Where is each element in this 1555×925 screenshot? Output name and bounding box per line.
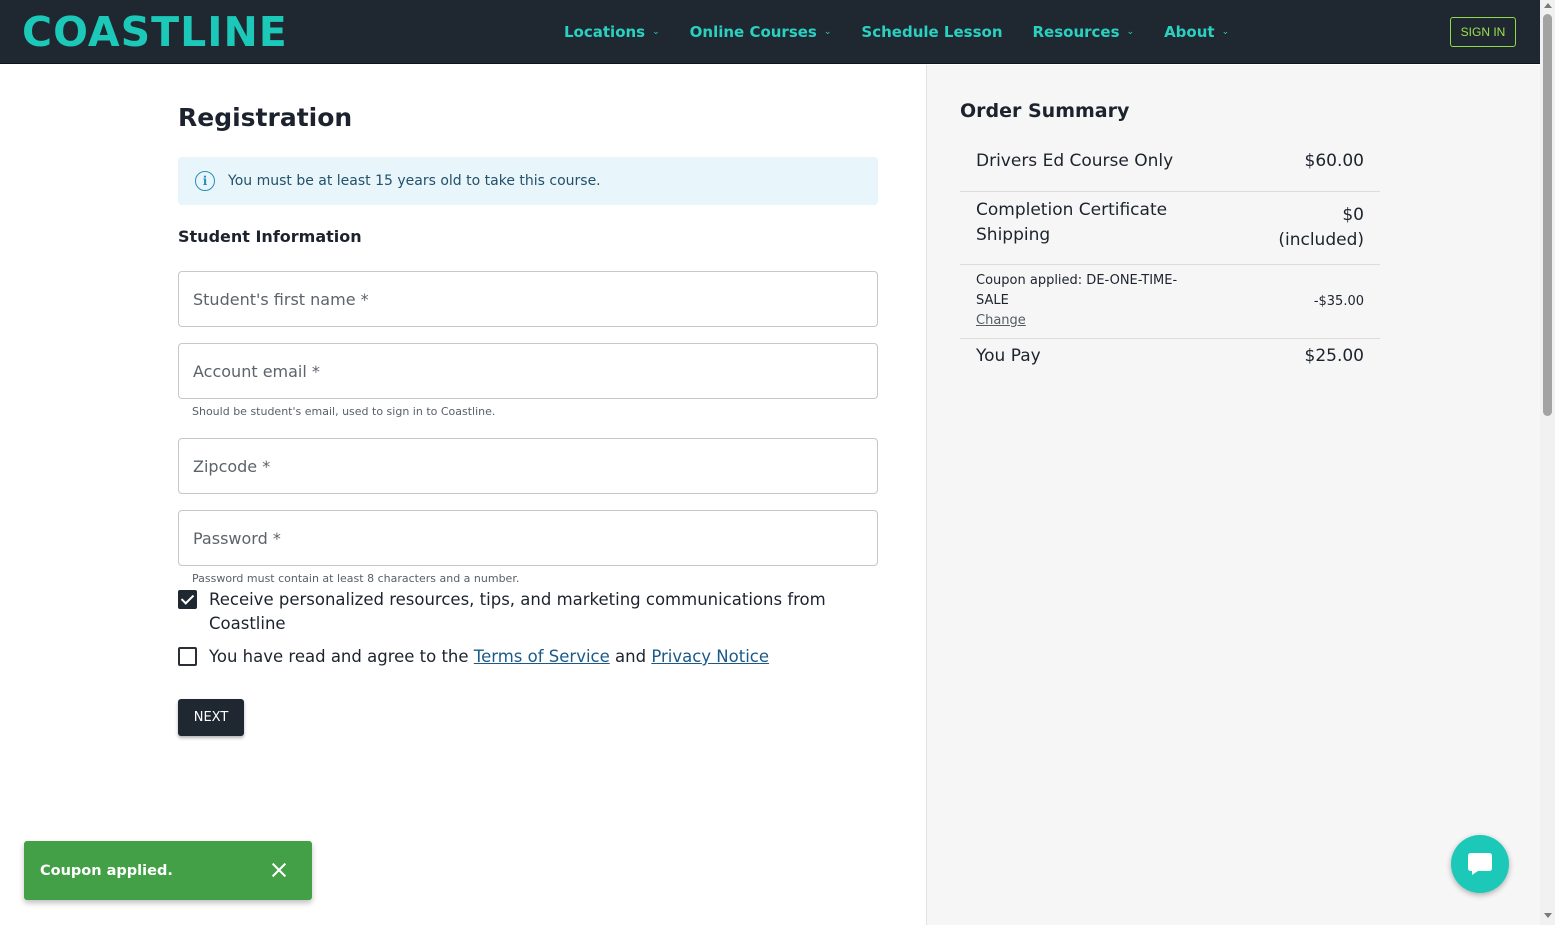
sign-in-button[interactable]: SIGN IN — [1450, 17, 1516, 47]
terms-conjunction: and — [615, 647, 647, 666]
first-name-field — [178, 271, 878, 327]
shipping-label-line2: Shipping — [976, 225, 1051, 245]
chevron-down-icon: ⌄ — [1126, 27, 1135, 37]
nav-online-courses[interactable]: Online Courses ⌄ — [690, 23, 832, 41]
scroll-down-arrow-icon[interactable] — [1544, 913, 1552, 918]
first-name-input[interactable] — [179, 272, 877, 326]
zipcode-field — [178, 438, 878, 494]
nav-locations[interactable]: Locations ⌄ — [564, 23, 660, 41]
password-field — [178, 510, 878, 566]
total-label: You Pay — [976, 346, 1041, 366]
coupon-label: Coupon applied: DE-ONE-TIME- SALE Change — [976, 271, 1177, 331]
coupon-amount: -$35.00 — [1313, 294, 1364, 309]
chat-bubble-icon — [1468, 853, 1492, 875]
registration-panel: Registration i You must be at least 15 y… — [0, 65, 926, 925]
chevron-down-icon: ⌄ — [823, 27, 832, 37]
next-button[interactable]: NEXT — [178, 699, 244, 736]
student-information-heading: Student Information — [178, 227, 362, 246]
email-input[interactable] — [179, 344, 877, 398]
nav-locations-label: Locations — [564, 23, 646, 41]
order-summary-panel: Order Summary Drivers Ed Course Only $60… — [926, 65, 1540, 925]
chevron-down-icon: ⌄ — [1221, 27, 1230, 37]
page-title: Registration — [178, 103, 353, 132]
email-hint: Should be student's email, used to sign … — [192, 405, 496, 418]
course-label: Drivers Ed Course Only — [976, 151, 1174, 171]
coupon-label-line1: Coupon applied: DE-ONE-TIME- — [976, 273, 1178, 288]
toast-message: Coupon applied. — [40, 862, 173, 879]
nav-schedule-lesson[interactable]: Schedule Lesson — [861, 23, 1002, 41]
marketing-consent-label: Receive personalized resources, tips, an… — [209, 590, 826, 633]
course-price: $60.00 — [1304, 151, 1364, 171]
chat-button[interactable] — [1451, 835, 1509, 893]
shipping-label-line1: Completion Certificate — [976, 200, 1168, 220]
info-icon: i — [195, 171, 215, 191]
scrollbar-thumb[interactable] — [1543, 14, 1552, 416]
shipping-price-line1: $0 — [1342, 205, 1364, 225]
nav-about[interactable]: About ⌄ — [1164, 23, 1229, 41]
email-field — [178, 343, 878, 399]
main-nav: Locations ⌄ Online Courses ⌄ Schedule Less… — [564, 0, 1259, 64]
close-icon[interactable] — [268, 859, 290, 881]
scroll-up-arrow-icon[interactable] — [1544, 3, 1552, 8]
nav-resources[interactable]: Resources ⌄ — [1033, 23, 1135, 41]
marketing-consent-row: Receive personalized resources, tips, an… — [178, 588, 829, 636]
alert-message: You must be at least 15 years old to tak… — [228, 173, 601, 189]
terms-prefix: You have read and agree to the — [209, 647, 469, 666]
marketing-consent-checkbox[interactable] — [178, 590, 197, 609]
coupon-applied-toast: Coupon applied. — [24, 841, 312, 900]
total-line-item: You Pay $25.00 — [960, 339, 1380, 379]
password-input[interactable] — [179, 511, 877, 565]
top-navigation-bar: COASTLINE Locations ⌄ Online Courses ⌄ Sch… — [0, 0, 1540, 64]
total-amount: $25.00 — [1304, 346, 1364, 366]
terms-row: You have read and agree to the Terms of … — [178, 645, 829, 669]
page-scrollbar[interactable] — [1540, 0, 1555, 925]
terms-of-service-link[interactable]: Terms of Service — [474, 647, 610, 666]
course-line-item: Drivers Ed Course Only $60.00 — [960, 137, 1380, 192]
coupon-label-line2: SALE — [976, 293, 1009, 308]
shipping-price: $0 (included) — [1278, 203, 1364, 253]
privacy-notice-link[interactable]: Privacy Notice — [651, 647, 769, 666]
terms-checkbox[interactable] — [178, 647, 197, 666]
shipping-line-item: Completion Certificate Shipping $0 (includ… — [960, 192, 1380, 265]
chevron-down-icon: ⌄ — [652, 27, 660, 37]
coupon-change-link[interactable]: Change — [976, 313, 1026, 328]
zipcode-input[interactable] — [179, 439, 877, 493]
coastline-logo[interactable]: COASTLINE — [22, 8, 288, 56]
nav-about-label: About — [1164, 23, 1215, 41]
shipping-label: Completion Certificate Shipping — [976, 198, 1167, 248]
nav-resources-label: Resources — [1032, 23, 1120, 41]
nav-online-courses-label: Online Courses — [689, 23, 817, 41]
password-hint: Password must contain at least 8 charact… — [192, 572, 520, 585]
nav-schedule-lesson-label: Schedule Lesson — [861, 23, 1003, 41]
order-summary-title: Order Summary — [960, 100, 1130, 122]
shipping-price-line2: (included) — [1278, 230, 1364, 250]
age-requirement-alert: i You must be at least 15 years old to t… — [178, 157, 878, 205]
terms-label: You have read and agree to the Terms of … — [209, 645, 829, 669]
coupon-line-item: Coupon applied: DE-ONE-TIME- SALE Change -… — [960, 265, 1380, 339]
